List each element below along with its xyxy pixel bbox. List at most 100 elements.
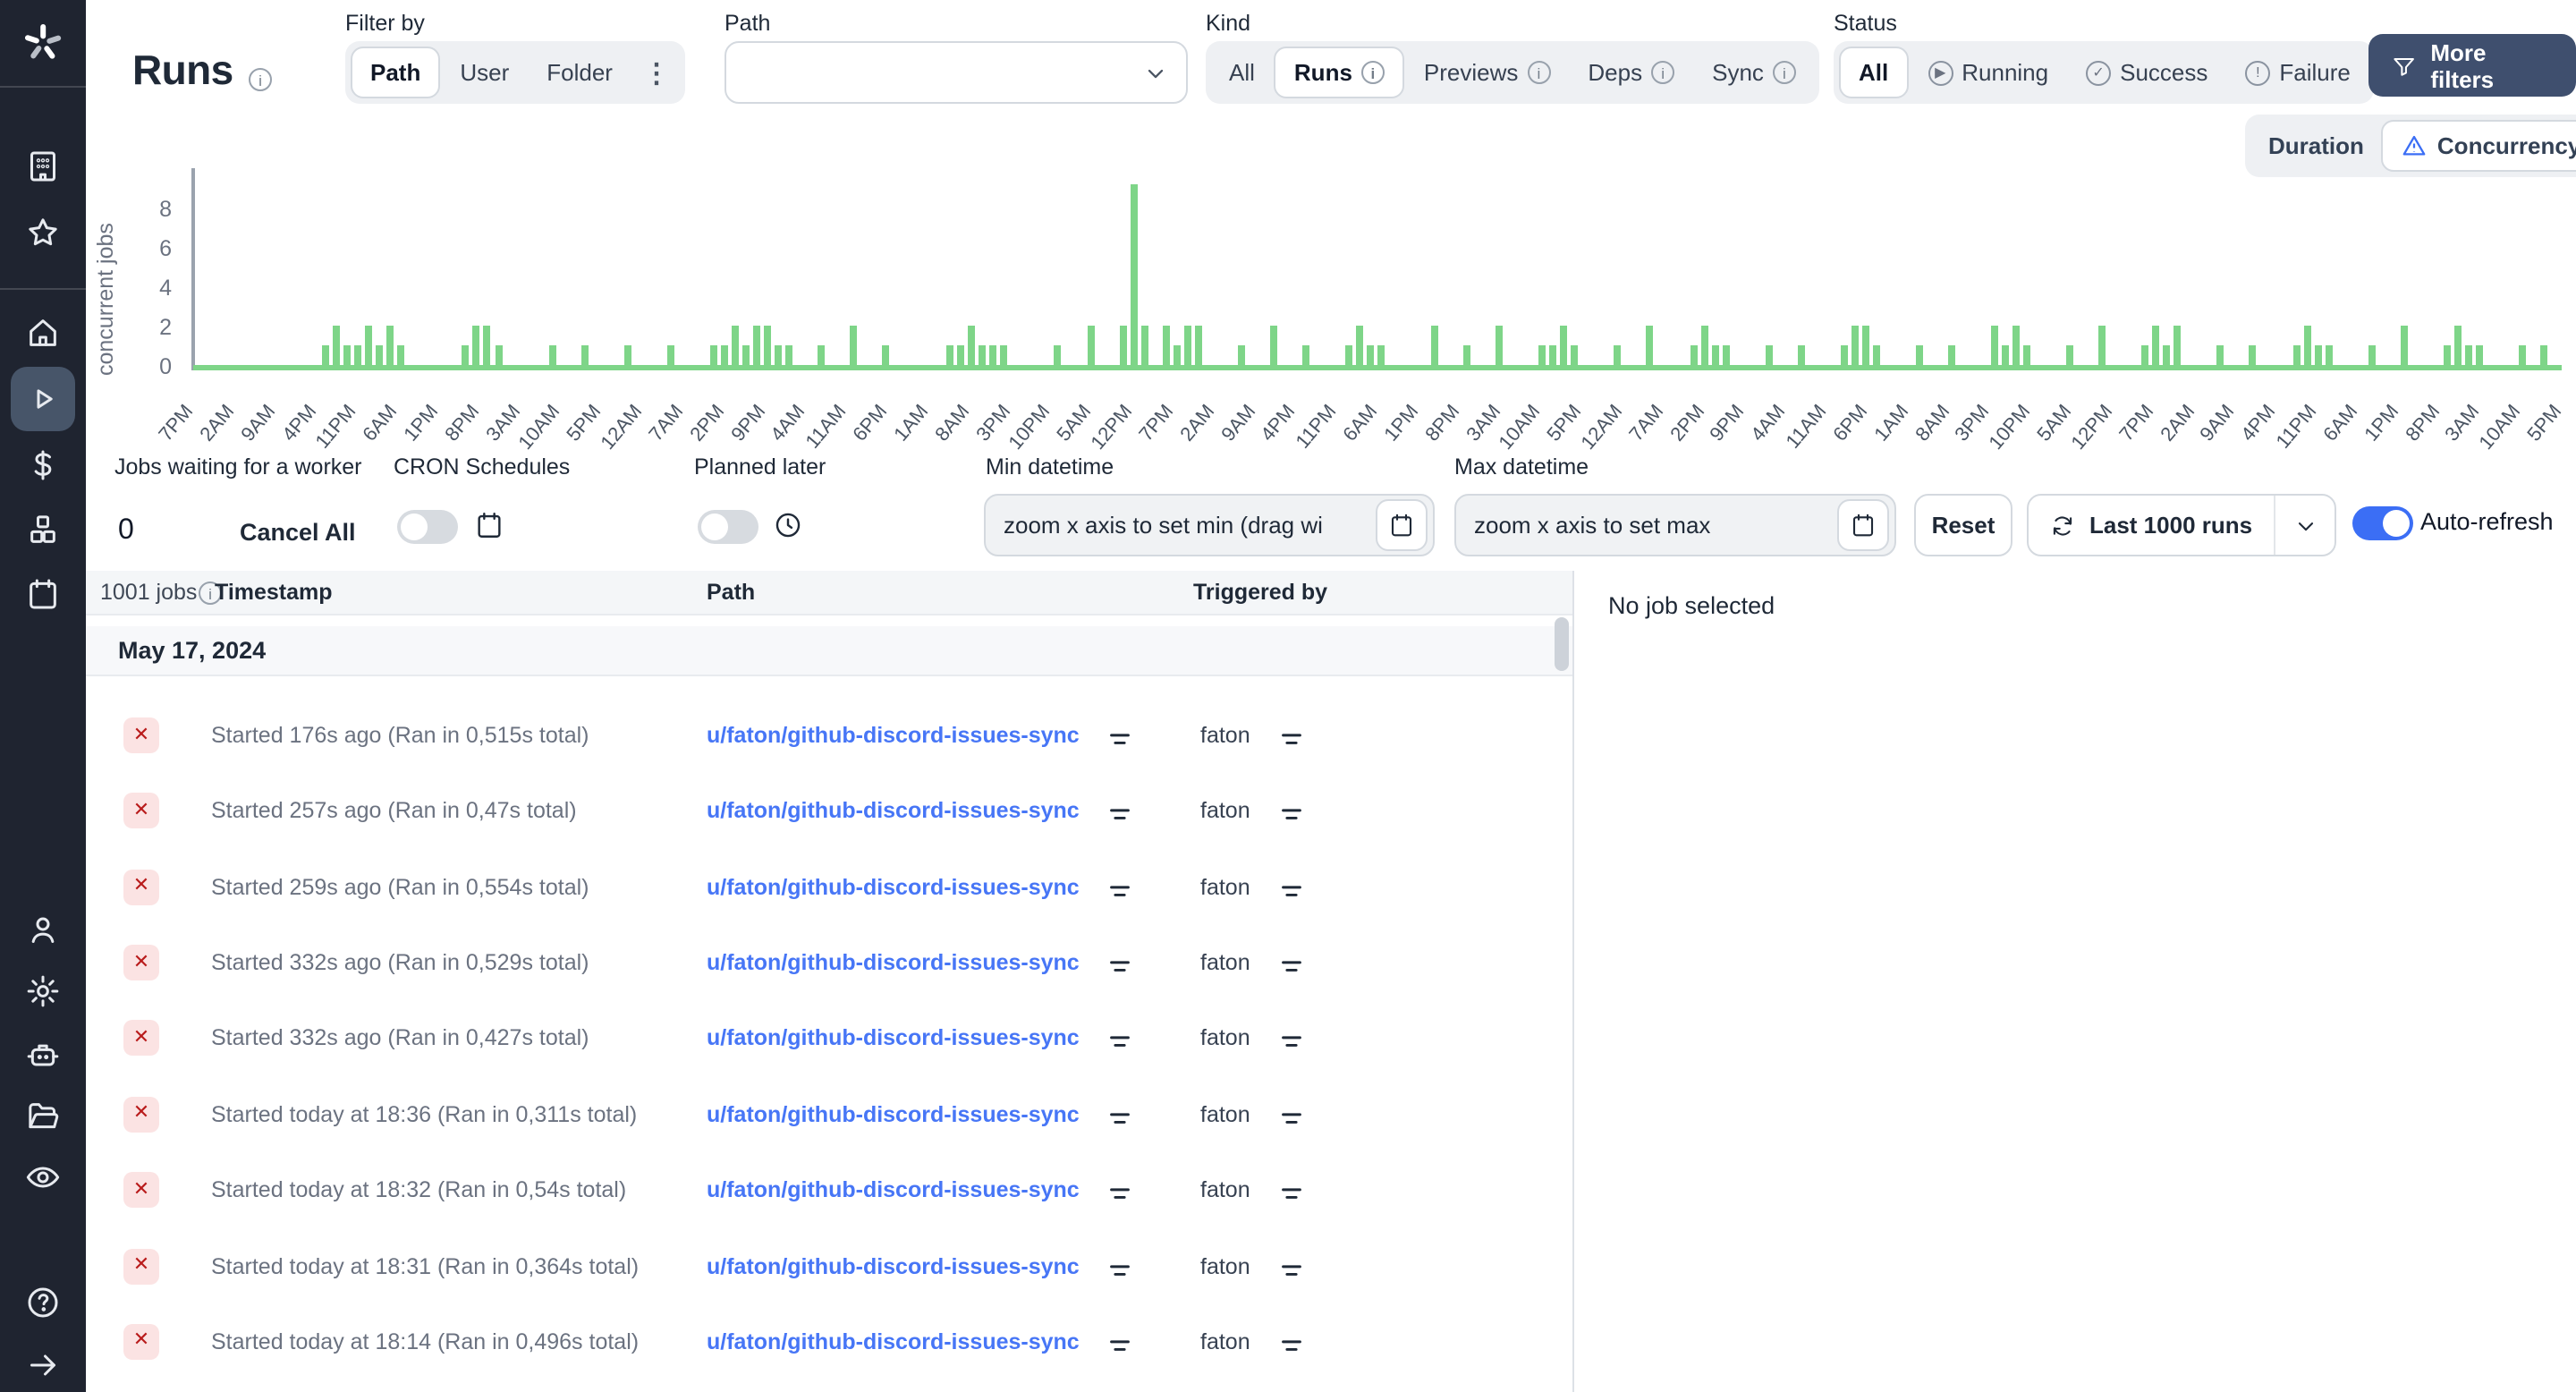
filter-by-user-icon[interactable] xyxy=(1281,878,1302,910)
table-row[interactable]: ✕ Started today at 18:31 (Ran in 0,364s … xyxy=(86,1228,1556,1303)
reset-button[interactable]: Reset xyxy=(1914,494,2012,556)
run-triggered-by: faton xyxy=(1200,950,1250,975)
status-option-success[interactable]: ✓ Success xyxy=(2068,47,2225,98)
sidebar-item-expand[interactable] xyxy=(0,1338,86,1392)
table-row[interactable]: ✕ Started 332s ago (Ran in 0,529s total)… xyxy=(86,925,1556,1000)
info-icon[interactable]: i xyxy=(1527,61,1551,84)
status-option-running[interactable]: ▶ Running xyxy=(1910,47,2066,98)
windmill-logo-icon[interactable] xyxy=(0,14,86,72)
sidebar-item-folders[interactable] xyxy=(0,1090,86,1143)
sidebar-item-workers[interactable] xyxy=(0,1029,86,1082)
sidebar-item-home[interactable] xyxy=(0,306,86,360)
info-icon[interactable]: i xyxy=(1651,61,1675,84)
kind-option-previews[interactable]: Previews i xyxy=(1406,47,1569,98)
runs-limit-main[interactable]: Last 1000 runs xyxy=(2029,496,2274,555)
max-datetime-input[interactable]: zoom x axis to set max xyxy=(1454,494,1896,556)
run-timestamp: Started 332s ago (Ran in 0,427s total) xyxy=(211,1025,589,1051)
failure-status-badge[interactable]: ✕ xyxy=(123,1323,159,1360)
table-row[interactable]: ✕ Started today at 18:36 (Ran in 0,311s … xyxy=(86,1077,1556,1152)
runs-limit-dropdown[interactable] xyxy=(2274,496,2334,555)
list-scrollbar[interactable] xyxy=(1555,617,1569,671)
failure-status-badge[interactable]: ✕ xyxy=(123,869,159,905)
filter-by-option-path[interactable]: Path xyxy=(351,47,441,98)
panel-divider[interactable] xyxy=(1572,571,1574,1392)
kind-option-sync[interactable]: Sync i xyxy=(1694,47,1814,98)
bars[interactable] xyxy=(193,170,2562,370)
sidebar-item-audit-logs[interactable] xyxy=(0,1150,86,1204)
run-path-link[interactable]: u/faton/github-discord-issues-sync xyxy=(707,874,1080,899)
table-row[interactable]: ✕ Started 259s ago (Ran in 0,554s total)… xyxy=(86,849,1556,924)
kind-option-all[interactable]: All xyxy=(1211,47,1273,98)
sidebar-item-variables[interactable] xyxy=(0,438,86,492)
filter-by-user-icon[interactable] xyxy=(1281,1106,1302,1138)
filter-by-path-icon[interactable] xyxy=(1109,1333,1131,1365)
filter-by-user-icon[interactable] xyxy=(1281,1030,1302,1062)
filter-by-user-icon[interactable] xyxy=(1281,726,1302,759)
filter-by-path-icon[interactable] xyxy=(1109,802,1131,835)
status-option-all[interactable]: All xyxy=(1839,47,1909,98)
filter-by-path-icon[interactable] xyxy=(1109,726,1131,759)
view-option-duration[interactable]: Duration xyxy=(2250,120,2382,172)
kebab-menu-icon[interactable]: ⋮ xyxy=(632,56,681,89)
filter-by-path-icon[interactable] xyxy=(1109,1030,1131,1062)
table-row[interactable]: ✕ Started 257s ago (Ran in 0,47s total) … xyxy=(86,774,1556,849)
min-datetime-calendar-button[interactable] xyxy=(1376,499,1428,551)
sidebar-item-runs[interactable] xyxy=(11,367,75,431)
table-row[interactable]: ✕ Started today at 18:32 (Ran in 0,54s t… xyxy=(86,1152,1556,1227)
sidebar-item-favorites[interactable] xyxy=(0,206,86,259)
run-path-link[interactable]: u/faton/github-discord-issues-sync xyxy=(707,1329,1080,1354)
filter-by-path-icon[interactable] xyxy=(1109,954,1131,986)
info-icon[interactable]: i xyxy=(1772,61,1796,84)
run-path-link[interactable]: u/faton/github-discord-issues-sync xyxy=(707,1102,1080,1127)
kind-option-runs[interactable]: Runs i xyxy=(1274,47,1404,98)
info-icon[interactable]: i xyxy=(249,68,272,91)
filter-by-user-icon[interactable] xyxy=(1281,954,1302,986)
filter-by-option-user[interactable]: User xyxy=(442,47,527,98)
kind-option-deps[interactable]: Deps i xyxy=(1570,47,1692,98)
filter-by-path-icon[interactable] xyxy=(1109,878,1131,910)
dollar-icon xyxy=(34,450,52,480)
failure-status-badge[interactable]: ✕ xyxy=(123,1020,159,1057)
max-datetime-calendar-button[interactable] xyxy=(1837,499,1889,551)
info-icon[interactable]: i xyxy=(1360,61,1385,84)
sidebar-item-help[interactable] xyxy=(0,1276,86,1329)
filter-by-path-icon[interactable] xyxy=(1109,1106,1131,1138)
table-row[interactable]: ✕ Started 176s ago (Ran in 0,515s total)… xyxy=(86,698,1556,773)
filter-by-option-folder[interactable]: Folder xyxy=(529,47,631,98)
failure-status-badge[interactable]: ✕ xyxy=(123,1248,159,1284)
path-filter-select[interactable] xyxy=(724,41,1188,104)
failure-status-badge[interactable]: ✕ xyxy=(123,793,159,829)
table-row[interactable]: ✕ Started today at 18:14 (Ran in 0,496s … xyxy=(86,1304,1556,1379)
view-option-concurrency[interactable]: Concurrency xyxy=(2381,120,2576,172)
failure-status-badge[interactable]: ✕ xyxy=(123,717,159,753)
filter-by-user-icon[interactable] xyxy=(1281,1333,1302,1365)
failure-status-badge[interactable]: ✕ xyxy=(123,1172,159,1209)
filter-by-user-icon[interactable] xyxy=(1281,1257,1302,1289)
filter-by-user-icon[interactable] xyxy=(1281,802,1302,835)
run-path-link[interactable]: u/faton/github-discord-issues-sync xyxy=(707,1177,1080,1202)
min-datetime-input[interactable]: zoom x axis to set min (drag wi xyxy=(984,494,1435,556)
chart-bar xyxy=(386,325,394,370)
run-path-link[interactable]: u/faton/github-discord-issues-sync xyxy=(707,950,1080,975)
cancel-all-button[interactable]: Cancel All xyxy=(240,519,356,546)
sidebar-item-settings[interactable] xyxy=(0,964,86,1018)
sidebar-item-workspace[interactable] xyxy=(0,140,86,193)
run-path-link[interactable]: u/faton/github-discord-issues-sync xyxy=(707,1026,1080,1051)
run-path-link[interactable]: u/faton/github-discord-issues-sync xyxy=(707,799,1080,824)
status-option-failure[interactable]: ! Failure xyxy=(2227,47,2368,98)
run-path-link[interactable]: u/faton/github-discord-issues-sync xyxy=(707,723,1080,748)
planned-later-toggle[interactable] xyxy=(698,510,758,544)
more-filters-button[interactable]: More filters xyxy=(2368,34,2576,97)
filter-by-user-icon[interactable] xyxy=(1281,1181,1302,1213)
failure-status-badge[interactable]: ✕ xyxy=(123,1096,159,1133)
run-path-link[interactable]: u/faton/github-discord-issues-sync xyxy=(707,1253,1080,1278)
sidebar-item-resources[interactable] xyxy=(0,503,86,556)
auto-refresh-toggle[interactable] xyxy=(2352,506,2413,540)
table-row[interactable]: ✕ Started 332s ago (Ran in 0,427s total)… xyxy=(86,1001,1556,1076)
sidebar-item-users[interactable] xyxy=(0,904,86,957)
filter-by-path-icon[interactable] xyxy=(1109,1181,1131,1213)
cron-schedules-toggle[interactable] xyxy=(397,510,458,544)
failure-status-badge[interactable]: ✕ xyxy=(123,945,159,980)
filter-by-path-icon[interactable] xyxy=(1109,1257,1131,1289)
sidebar-item-schedules[interactable] xyxy=(0,567,86,621)
